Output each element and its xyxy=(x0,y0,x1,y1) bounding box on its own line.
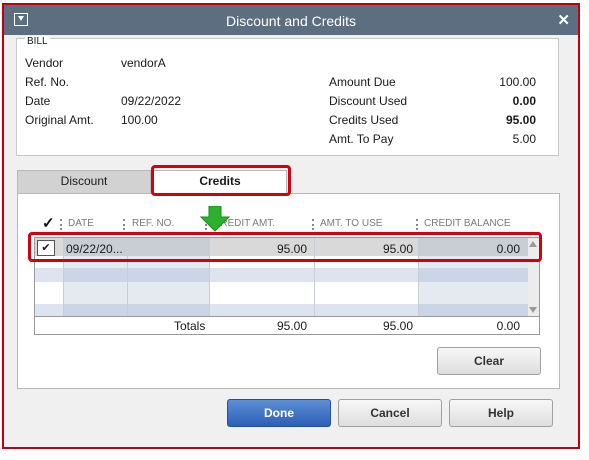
amt-to-pay-label: Amt. To Pay xyxy=(329,132,394,146)
scroll-down-icon[interactable] xyxy=(529,307,537,313)
credits-tab-highlight xyxy=(151,165,291,196)
column-separator xyxy=(312,219,316,230)
discount-used-label: Discount Used xyxy=(329,94,408,108)
ref-no-column-header[interactable]: REF. NO. xyxy=(132,218,174,229)
selected-row-highlight xyxy=(28,232,542,262)
cancel-button[interactable]: Cancel xyxy=(338,399,442,427)
discount-used-value: 0.00 xyxy=(512,94,536,108)
select-column-checkmark: ✓ xyxy=(42,215,55,232)
bill-summary: BILL Vendor vendorA Ref. No. Date 09/22/… xyxy=(16,36,559,156)
totals-amt-to-use: 95.00 xyxy=(382,319,413,333)
column-separator xyxy=(60,219,64,230)
original-amt-label: Original Amt. xyxy=(25,113,94,127)
date-column-header[interactable]: DATE xyxy=(68,218,94,229)
totals-row: Totals 95.00 95.00 0.00 xyxy=(34,317,540,335)
close-icon[interactable]: ✕ xyxy=(557,11,570,29)
bill-section-label: BILL xyxy=(25,36,50,47)
credits-used-value: 95.00 xyxy=(505,113,536,127)
date-value: 09/22/2022 xyxy=(121,94,182,108)
vendor-value: vendorA xyxy=(121,56,166,70)
clear-button[interactable]: Clear xyxy=(437,347,541,375)
tab-discount[interactable]: Discount xyxy=(17,170,151,194)
amt-to-use-column-header[interactable]: AMT. TO USE xyxy=(320,218,382,229)
ref-no-label: Ref. No. xyxy=(25,75,70,89)
date-label: Date xyxy=(25,94,51,108)
totals-label: Totals xyxy=(174,319,206,333)
help-button[interactable]: Help xyxy=(449,399,553,427)
done-button[interactable]: Done xyxy=(227,399,331,427)
down-arrow-icon xyxy=(199,205,231,232)
totals-credit-amt: 95.00 xyxy=(276,319,307,333)
credits-used-label: Credits Used xyxy=(329,113,399,127)
amount-due-label: Amount Due xyxy=(329,75,396,89)
column-separator xyxy=(416,219,420,230)
amount-due-value: 100.00 xyxy=(499,75,536,89)
window-title: Discount and Credits xyxy=(226,13,356,29)
vendor-label: Vendor xyxy=(25,56,64,70)
amt-to-pay-value: 5.00 xyxy=(512,132,536,146)
title-bar: Discount and Credits ✕ xyxy=(4,5,578,35)
column-separator xyxy=(123,219,127,230)
totals-credit-balance: 0.00 xyxy=(496,319,520,333)
credit-balance-column-header[interactable]: CREDIT BALANCE xyxy=(424,218,511,229)
original-amt-value: 100.00 xyxy=(121,113,158,127)
